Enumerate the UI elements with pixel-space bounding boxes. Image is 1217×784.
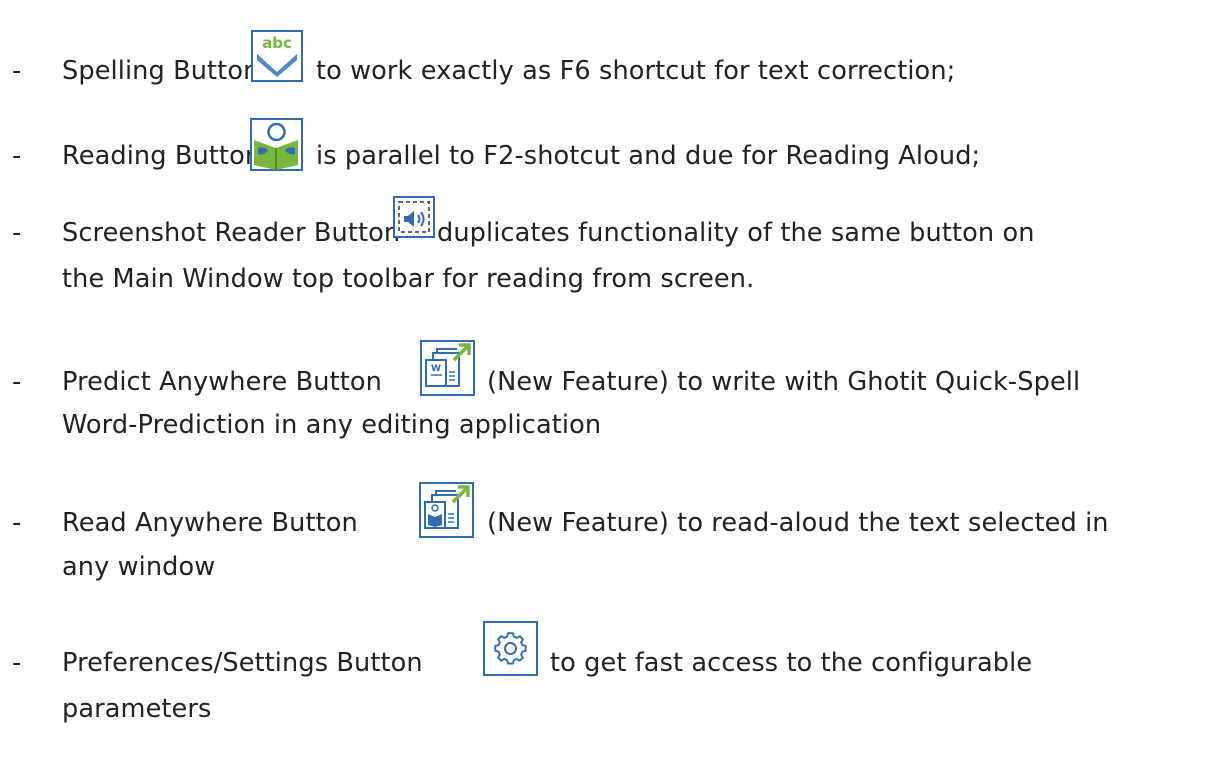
- item-desc-predict-anywhere-cont: Word-Prediction in any editing applicati…: [62, 410, 602, 440]
- predict-anywhere-icon: W: [420, 340, 475, 396]
- reading-book-icon: [250, 118, 303, 171]
- item-desc-read-anywhere-cont: any window: [62, 552, 216, 582]
- item-label-reading: Reading Button: [62, 141, 262, 171]
- item-desc-preferences-cont: parameters: [62, 694, 212, 724]
- item-desc-predict-anywhere: (New Feature) to write with Ghotit Quick…: [487, 367, 1081, 397]
- item-desc-screenshot-reader: duplicates functionality of the same but…: [437, 218, 1035, 248]
- list-dash: -: [12, 648, 22, 678]
- screenshot-reader-icon: [393, 196, 435, 238]
- w-glyph: W: [431, 364, 441, 374]
- list-dash: -: [12, 367, 22, 397]
- item-desc-spelling: to work exactly as F6 shortcut for text …: [316, 56, 956, 86]
- abc-glyph: abc: [262, 34, 292, 52]
- list-dash: -: [12, 508, 22, 538]
- item-desc-read-anywhere: (New Feature) to read-aloud the text sel…: [487, 508, 1109, 538]
- item-desc-reading: is parallel to F2-shotcut and due for Re…: [316, 141, 981, 171]
- item-desc-screenshot-reader-cont: the Main Window top toolbar for reading …: [62, 264, 755, 294]
- read-anywhere-icon: [419, 482, 474, 538]
- item-label-preferences: Preferences/Settings Button: [62, 648, 423, 678]
- list-dash: -: [12, 56, 22, 86]
- item-desc-preferences: to get fast access to the configurable: [550, 648, 1033, 678]
- item-label-spelling: Spelling Button: [62, 56, 260, 86]
- item-label-predict-anywhere: Predict Anywhere Button: [62, 367, 382, 397]
- spelling-check-icon: abc: [251, 30, 303, 82]
- gear-icon: [483, 621, 538, 676]
- list-dash: -: [12, 218, 22, 248]
- list-dash: -: [12, 141, 22, 171]
- item-label-read-anywhere: Read Anywhere Button: [62, 508, 358, 538]
- item-label-screenshot-reader: Screenshot Reader Button: [62, 218, 401, 248]
